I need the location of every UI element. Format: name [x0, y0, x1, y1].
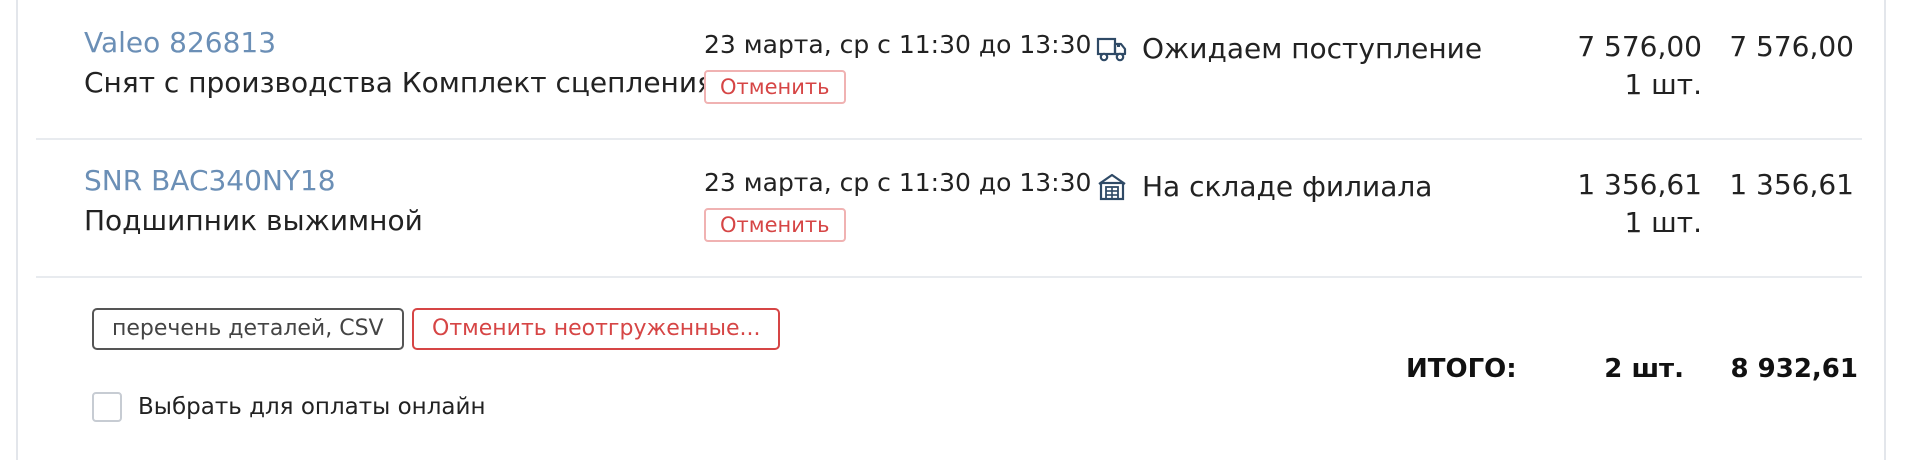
truck-icon [1096, 34, 1128, 64]
sum-cell: 7 576,00 [1729, 28, 1854, 66]
item-status: Ожидаем поступление [1096, 32, 1482, 65]
sum-cell: 1 356,61 [1729, 166, 1854, 204]
part-description: Снят с производства Комплект сцепления [84, 66, 714, 99]
item-status: На складе филиала [1096, 170, 1432, 203]
delivery-time: 23 марта, ср с 11:30 до 13:30 [704, 168, 1092, 197]
warehouse-icon [1096, 172, 1128, 202]
pay-online-label: Выбрать для оплаты онлайн [138, 394, 486, 420]
status-text: На складе филиала [1142, 170, 1433, 203]
part-description: Подшипник выжимной [84, 204, 423, 237]
cancel-unshipped-button[interactable]: Отменить неотгруженные... [412, 308, 781, 350]
total-quantity: 2 шт. [1604, 354, 1684, 384]
order-item-row: Valeo 826813 Снят с производства Комплек… [36, 0, 1862, 140]
item-sum: 1 356,61 [1729, 168, 1854, 201]
unit-price: 1 356,61 [1577, 168, 1702, 201]
cancel-item-button[interactable]: Отменить [704, 70, 846, 104]
order-item-row: SNR BAC340NY18 Подшипник выжимной 23 мар… [36, 138, 1862, 278]
unit-price: 7 576,00 [1577, 30, 1702, 63]
pay-online-option[interactable]: Выбрать для оплаты онлайн [92, 392, 486, 422]
status-text: Ожидаем поступление [1142, 32, 1483, 65]
price-cell: 7 576,00 1 шт. [1577, 28, 1702, 104]
item-quantity: 1 шт. [1624, 68, 1702, 101]
delivery-time: 23 марта, ср с 11:30 до 13:30 [704, 30, 1092, 59]
item-sum: 7 576,00 [1729, 30, 1854, 63]
item-quantity: 1 шт. [1624, 206, 1702, 239]
part-number-link[interactable]: Valeo 826813 [84, 26, 276, 59]
order-footer: перечень деталей, CSV Отменить неотгруже… [36, 280, 1862, 460]
total-sum: 8 932,61 [1730, 354, 1858, 384]
export-csv-button[interactable]: перечень деталей, CSV [92, 308, 404, 350]
part-number-link[interactable]: SNR BAC340NY18 [84, 164, 336, 197]
cancel-item-button[interactable]: Отменить [704, 208, 846, 242]
order-items-panel: Valeo 826813 Снят с производства Комплек… [16, 0, 1886, 460]
total-label: ИТОГО: [1406, 354, 1517, 384]
pay-online-checkbox[interactable] [92, 392, 122, 422]
price-cell: 1 356,61 1 шт. [1577, 166, 1702, 242]
